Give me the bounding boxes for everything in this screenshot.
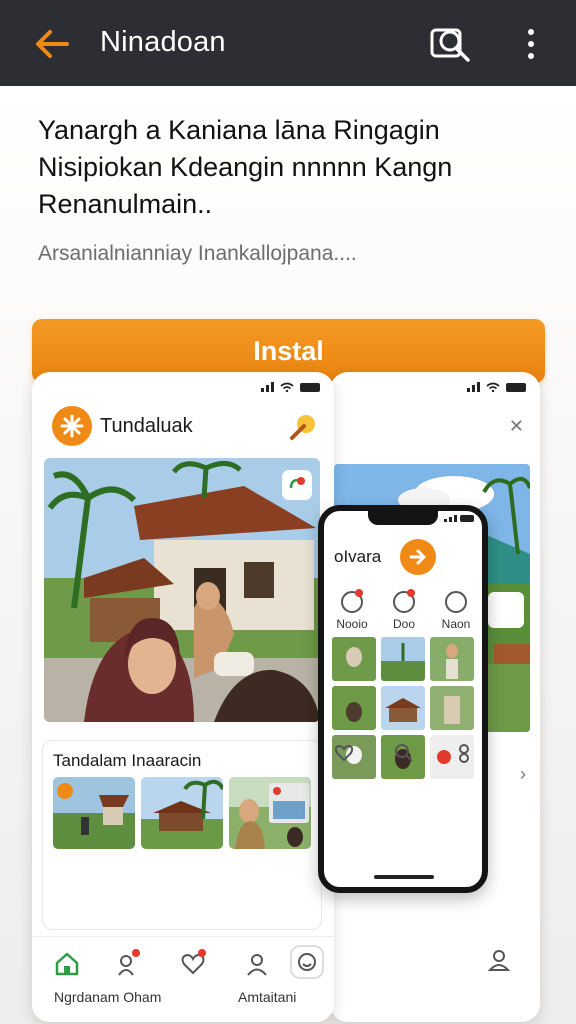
nav-label-home: Ngrdanam Oham [54,989,162,1005]
back-button[interactable] [30,24,74,64]
heart-icon [393,589,415,613]
front-bottom-icons [334,743,474,763]
preview-brand: Tundaluak [52,406,193,446]
status-bar [467,382,526,392]
status-bar [444,515,474,522]
thumbnail-image[interactable] [141,777,223,849]
quick-action-2[interactable]: Doo [384,589,424,631]
preview-card-title: Tandalam Inaaracin [53,751,202,770]
collapse-icon[interactable]: ✕ [509,416,524,437]
thumbnail-image[interactable] [229,777,311,849]
screenshot-preview-phone[interactable]: oIvara Nooio Doo Naon [318,505,488,893]
app-title: Ninadoan [100,26,226,58]
battery-icon [300,383,320,392]
notification-dot [132,949,140,957]
grid-photo[interactable] [332,637,376,681]
signal-icon [444,515,457,522]
profile-icon[interactable] [244,951,270,977]
heart-icon [341,589,363,613]
preview-card: Tandalam Inaaracin [42,740,322,930]
signal-icon [261,382,274,392]
brand-logo-icon [52,406,92,446]
front-quick-actions: Nooio Doo Naon [332,589,476,631]
wifi-icon [280,382,294,392]
heart-icon[interactable] [180,949,206,977]
home-icon[interactable] [54,951,80,977]
quick-action-3[interactable]: Naon [436,591,476,631]
chevron-right-icon[interactable]: › [520,764,526,785]
signal-icon [467,382,480,392]
person-icon [487,949,511,976]
search-icon[interactable] [394,743,414,763]
preview-bottom-nav: Ngrdanam Oham Amtaitani [32,936,334,1022]
people-icon[interactable] [454,743,474,763]
photo-edit-icon[interactable] [282,470,312,500]
photo-badge-icon [488,592,524,628]
quick-action-1[interactable]: Nooio [332,589,372,631]
search-button[interactable] [426,22,474,66]
home-indicator [374,875,434,879]
preview-thumbnails [53,777,311,849]
preview-brand-name: Tundaluak [100,414,193,437]
thumbnail-image[interactable] [53,777,135,849]
arrow-left-icon [36,30,69,58]
app-headline: Yanargh a Kaniana lāna Ringagin Nisipiok… [38,115,453,219]
heart-icon[interactable] [334,743,354,763]
phone-notch [368,511,438,525]
app-bar: Ninadoan [0,0,576,86]
search-icon [430,28,470,62]
brand-action-icon[interactable] [288,412,318,442]
more-vertical-icon [528,29,534,35]
more-options-button[interactable] [515,24,547,64]
preview-hero-photo [44,458,320,722]
status-bar [261,382,320,392]
arrow-right-icon[interactable] [400,539,436,575]
battery-icon [506,383,526,392]
front-brand-name: oIvara [334,547,382,566]
grid-photo[interactable] [430,686,474,730]
wifi-icon [486,382,500,392]
people-icon[interactable] [116,949,142,977]
grid-photo[interactable] [381,637,425,681]
app-subtext: Arsanialnianniay Inankallojpana.... [38,242,357,265]
grid-photo[interactable] [430,637,474,681]
chat-icon[interactable] [290,945,324,979]
screenshot-preview-main[interactable]: Tundaluak Tandalam Inaaracin Ngrdanam Oh… [32,372,334,1022]
grid-photo[interactable] [332,686,376,730]
notification-dot [198,949,206,957]
minus-circle-icon [445,591,467,613]
nav-label-profile: Amtaitani [238,989,297,1005]
battery-icon [460,515,474,522]
grid-photo[interactable] [381,686,425,730]
